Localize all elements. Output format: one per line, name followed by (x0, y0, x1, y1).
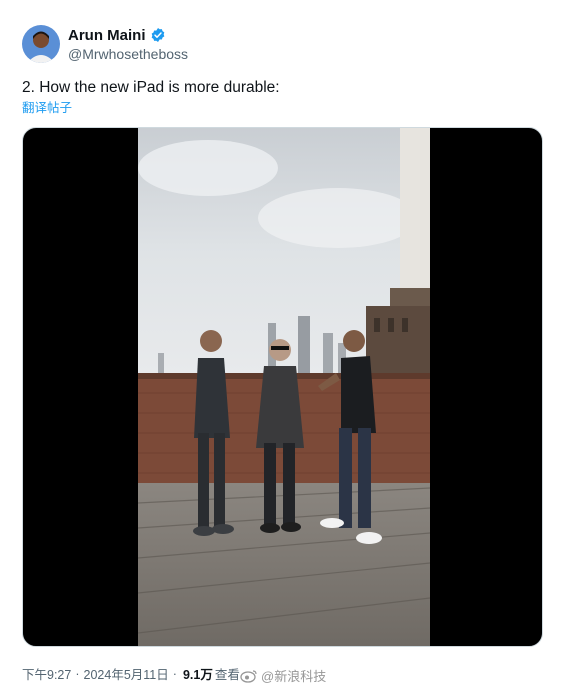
tweet-header: Arun Maini @Mrwhosetheboss (22, 22, 188, 66)
tweet-date[interactable]: 2024年5月11日 (84, 664, 169, 683)
user-names: Arun Maini @Mrwhosetheboss (68, 26, 188, 63)
display-name[interactable]: Arun Maini (68, 26, 146, 45)
watermark-text: @新浪科技 (261, 669, 327, 684)
watermark: @新浪科技 (240, 666, 326, 685)
tweet-text: 2. How the new iPad is more durable: (22, 79, 280, 96)
video-frame (138, 128, 430, 646)
tweet-time[interactable]: 下午9:27 (22, 664, 71, 683)
avatar[interactable] (22, 25, 60, 63)
views-label: 查看 (214, 668, 240, 682)
name-row: Arun Maini (68, 26, 188, 45)
views-count: 9.1万 (182, 668, 213, 682)
user-handle[interactable]: @Mrwhosetheboss (68, 45, 188, 63)
weibo-logo-icon (240, 669, 257, 683)
verified-badge-icon (150, 27, 166, 43)
footer-separator-2: · (172, 666, 177, 681)
tweet-footer: 下午9:27 · 2024年5月11日 · 9.1万 查看 (22, 664, 240, 683)
translate-post-link[interactable]: 翻译帖子 (22, 100, 72, 116)
tweet-media-video[interactable] (22, 127, 543, 647)
footer-separator: · (75, 666, 80, 681)
